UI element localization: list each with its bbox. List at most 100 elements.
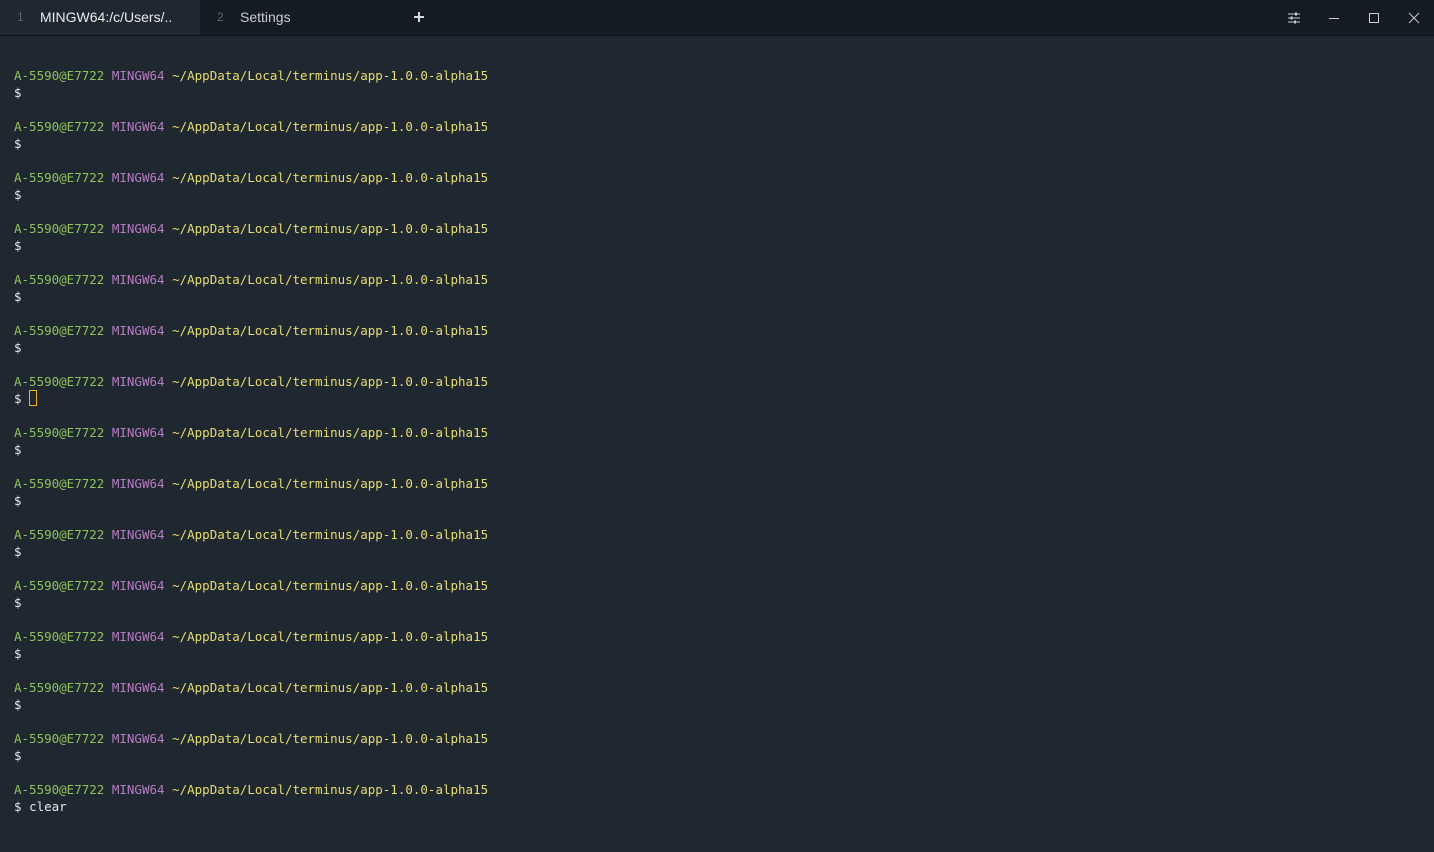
prompt-line: A-5590@E7722 MINGW64 ~/AppData/Local/ter… [14, 730, 488, 747]
tab-settings[interactable]: 2 Settings [200, 0, 400, 35]
prompt-block: A-5590@E7722 MINGW64 ~/AppData/Local/ter… [14, 526, 488, 560]
prompt-line: A-5590@E7722 MINGW64 ~/AppData/Local/ter… [14, 169, 488, 186]
prompt-block: A-5590@E7722 MINGW64 ~/AppData/Local/ter… [14, 220, 488, 254]
prompt-user: A-5590@E7722 [14, 629, 105, 644]
prompt-block: A-5590@E7722 MINGW64 ~/AppData/Local/ter… [14, 475, 488, 509]
prompt-user: A-5590@E7722 [14, 527, 105, 542]
prompt-block: A-5590@E7722 MINGW64 ~/AppData/Local/ter… [14, 271, 488, 305]
prompt-block: A-5590@E7722 MINGW64 ~/AppData/Local/ter… [14, 67, 488, 101]
prompt-block: A-5590@E7722 MINGW64 ~/AppData/Local/ter… [14, 169, 488, 203]
prompt-dollar: $ [14, 85, 22, 100]
prompt-path: ~/AppData/Local/terminus/app-1.0.0-alpha… [172, 680, 489, 695]
prompt-user: A-5590@E7722 [14, 221, 105, 236]
prompt-line: A-5590@E7722 MINGW64 ~/AppData/Local/ter… [14, 781, 488, 798]
command-line: $ [14, 747, 488, 764]
prompt-host: MINGW64 [111, 221, 165, 236]
prompt-user: A-5590@E7722 [14, 68, 105, 83]
maximize-button[interactable] [1354, 0, 1394, 35]
prompt-line: A-5590@E7722 MINGW64 ~/AppData/Local/ter… [14, 628, 488, 645]
command-line: $ [14, 186, 488, 203]
prompt-line: A-5590@E7722 MINGW64 ~/AppData/Local/ter… [14, 220, 488, 237]
prompt-block: A-5590@E7722 MINGW64 ~/AppData/Local/ter… [14, 679, 488, 713]
prompt-host: MINGW64 [111, 476, 165, 491]
prompt-path: ~/AppData/Local/terminus/app-1.0.0-alpha… [172, 578, 489, 593]
prompt-host: MINGW64 [111, 425, 165, 440]
tab-index: 1 [17, 10, 24, 24]
prompt-user: A-5590@E7722 [14, 731, 105, 746]
prompt-user: A-5590@E7722 [14, 170, 105, 185]
command-line: $ [14, 543, 488, 560]
prompt-block: A-5590@E7722 MINGW64 ~/AppData/Local/ter… [14, 730, 488, 764]
command-line: $ clear [14, 798, 488, 815]
command-line: $ [14, 594, 488, 611]
prompt-dollar: $ [14, 340, 22, 355]
prompt-dollar: $ [14, 646, 22, 661]
new-tab-button[interactable] [408, 6, 430, 28]
text-cursor [29, 390, 38, 406]
tab-bar: 1 MINGW64:/c/Users/.. 2 Settings [0, 0, 1434, 36]
minimize-button[interactable] [1314, 0, 1354, 35]
prompt-dollar: $ [14, 544, 22, 559]
prompt-host: MINGW64 [111, 323, 165, 338]
terminal-output[interactable]: A-5590@E7722 MINGW64 ~/AppData/Local/ter… [0, 36, 1434, 852]
prompt-block: A-5590@E7722 MINGW64 ~/AppData/Local/ter… [14, 577, 488, 611]
prompt-dollar: $ [14, 799, 22, 814]
prompt-host: MINGW64 [111, 731, 165, 746]
prompt-user: A-5590@E7722 [14, 782, 105, 797]
prompt-line: A-5590@E7722 MINGW64 ~/AppData/Local/ter… [14, 526, 488, 543]
prompt-dollar: $ [14, 289, 22, 304]
command-line: $ [14, 339, 488, 356]
prompt-dollar: $ [14, 187, 22, 202]
maximize-icon [1369, 12, 1379, 23]
prompt-line: A-5590@E7722 MINGW64 ~/AppData/Local/ter… [14, 118, 488, 135]
prompt-line: A-5590@E7722 MINGW64 ~/AppData/Local/ter… [14, 271, 488, 288]
prompt-user: A-5590@E7722 [14, 374, 105, 389]
prompt-host: MINGW64 [111, 272, 165, 287]
prompt-path: ~/AppData/Local/terminus/app-1.0.0-alpha… [172, 629, 489, 644]
command-line: $ [14, 645, 488, 662]
prompt-host: MINGW64 [111, 527, 165, 542]
plus-icon [414, 12, 424, 22]
prompt-user: A-5590@E7722 [14, 119, 105, 134]
tab-index: 2 [217, 10, 224, 24]
tab-title: Settings [240, 9, 291, 25]
prompt-host: MINGW64 [111, 680, 165, 695]
prompt-host: MINGW64 [111, 629, 165, 644]
settings-sliders-icon [1288, 12, 1300, 23]
command-line: $ [14, 390, 488, 407]
prompt-user: A-5590@E7722 [14, 578, 105, 593]
minimize-icon [1329, 17, 1339, 19]
prompt-path: ~/AppData/Local/terminus/app-1.0.0-alpha… [172, 170, 489, 185]
prompt-line: A-5590@E7722 MINGW64 ~/AppData/Local/ter… [14, 679, 488, 696]
prompt-dollar: $ [14, 595, 22, 610]
prompt-path: ~/AppData/Local/terminus/app-1.0.0-alpha… [172, 68, 489, 83]
settings-button[interactable] [1274, 0, 1314, 35]
window-controls [1274, 0, 1434, 35]
prompt-path: ~/AppData/Local/terminus/app-1.0.0-alpha… [172, 272, 489, 287]
prompt-user: A-5590@E7722 [14, 476, 105, 491]
prompt-path: ~/AppData/Local/terminus/app-1.0.0-alpha… [172, 221, 489, 236]
prompt-path: ~/AppData/Local/terminus/app-1.0.0-alpha… [172, 374, 489, 389]
prompt-path: ~/AppData/Local/terminus/app-1.0.0-alpha… [172, 527, 489, 542]
command-line: $ [14, 237, 488, 254]
tab-title: MINGW64:/c/Users/.. [40, 9, 173, 25]
command-line: $ [14, 135, 488, 152]
command-line: $ [14, 441, 488, 458]
prompt-user: A-5590@E7722 [14, 323, 105, 338]
prompt-path: ~/AppData/Local/terminus/app-1.0.0-alpha… [172, 119, 489, 134]
close-button[interactable] [1394, 0, 1434, 35]
prompt-block: A-5590@E7722 MINGW64 ~/AppData/Local/ter… [14, 424, 488, 458]
prompt-host: MINGW64 [111, 578, 165, 593]
prompt-path: ~/AppData/Local/terminus/app-1.0.0-alpha… [172, 323, 489, 338]
prompt-line: A-5590@E7722 MINGW64 ~/AppData/Local/ter… [14, 577, 488, 594]
tab-mingw64[interactable]: 1 MINGW64:/c/Users/.. [0, 0, 200, 35]
prompt-dollar: $ [14, 748, 22, 763]
prompt-host: MINGW64 [111, 374, 165, 389]
prompt-dollar: $ [14, 442, 22, 457]
command-line: $ [14, 492, 488, 509]
prompt-path: ~/AppData/Local/terminus/app-1.0.0-alpha… [172, 476, 489, 491]
prompt-host: MINGW64 [111, 119, 165, 134]
command-text: clear [29, 799, 67, 814]
close-icon [1408, 12, 1420, 23]
prompt-path: ~/AppData/Local/terminus/app-1.0.0-alpha… [172, 425, 489, 440]
